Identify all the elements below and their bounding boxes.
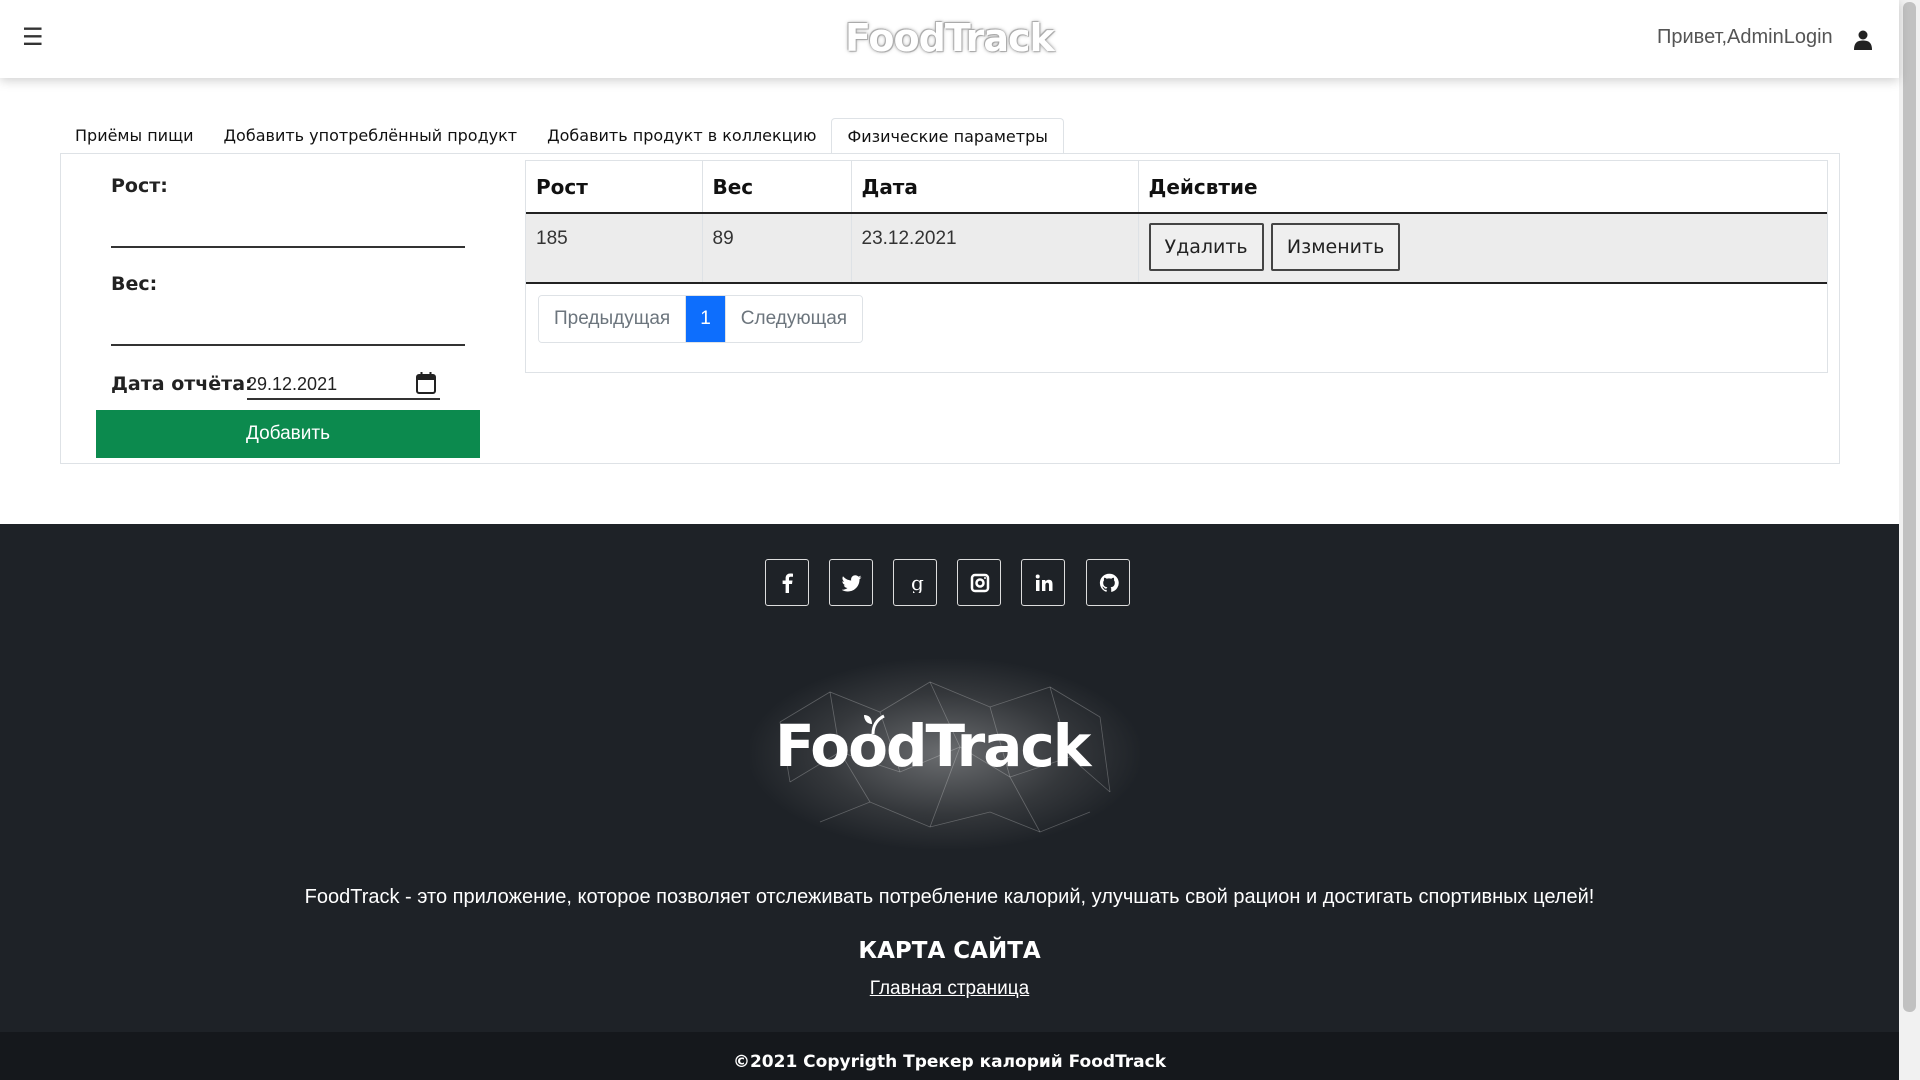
- footer-logo: FoodTrack: [775, 712, 1091, 780]
- user-icon[interactable]: [1854, 30, 1872, 50]
- physical-params-table: Рост Вес Дата Дейсвтие 185 89 23.12.2021…: [526, 161, 1827, 284]
- table-header-row: Рост Вес Дата Дейсвтие: [526, 161, 1827, 214]
- height-input[interactable]: [111, 218, 465, 248]
- tab-bar: Приёмы пищи Добавить употреблённый проду…: [60, 118, 1064, 154]
- column-header-weight: Вес: [702, 161, 852, 214]
- report-date-value: 29.12.2021: [247, 374, 338, 394]
- page-scrollbar[interactable]: [1899, 0, 1920, 1080]
- instagram-icon[interactable]: [957, 559, 1001, 606]
- sitemap-link-home[interactable]: Главная страница: [870, 978, 1030, 999]
- cell-height: 185: [526, 213, 703, 284]
- user-greeting: Привет,AdminLogin: [1657, 26, 1833, 48]
- cell-date: 23.12.2021: [851, 213, 1139, 284]
- sitemap-link-wrapper: Главная страница: [0, 978, 1899, 1000]
- column-header-action: Дейсвтие: [1138, 161, 1827, 214]
- svg-text:g: g: [911, 573, 924, 593]
- report-date-input[interactable]: 29.12.2021: [247, 370, 440, 400]
- calendar-icon[interactable]: [416, 372, 436, 394]
- github-icon[interactable]: [1086, 559, 1130, 606]
- facebook-icon[interactable]: [765, 559, 809, 606]
- column-header-height: Рост: [526, 161, 703, 214]
- table-row: 185 89 23.12.2021 Удалить Изменить: [526, 213, 1827, 284]
- top-navbar: ☰ FoodTrack Привет,AdminLogin: [0, 0, 1899, 78]
- delete-button[interactable]: Удалить: [1148, 223, 1264, 271]
- pagination-previous[interactable]: Предыдущая: [539, 296, 686, 342]
- cell-weight: 89: [702, 213, 852, 284]
- tab-meals[interactable]: Приёмы пищи: [60, 118, 209, 154]
- pagination: Предыдущая 1 Следующая: [538, 295, 864, 343]
- linkedin-icon[interactable]: [1021, 559, 1065, 606]
- edit-button[interactable]: Изменить: [1270, 223, 1401, 271]
- scrollbar-thumb[interactable]: [1903, 2, 1916, 1012]
- height-label: Рост:: [111, 175, 168, 197]
- hamburger-icon[interactable]: ☰: [22, 26, 44, 50]
- pagination-page-1[interactable]: 1: [685, 296, 725, 342]
- copyright-text: ©2021 Copyrigth Трекер калорий FoodTrack: [732, 1052, 1167, 1072]
- report-date-label: Дата отчёта:: [111, 373, 253, 395]
- twitter-icon[interactable]: [829, 559, 873, 606]
- sitemap-title: КАРТА САЙТА: [858, 938, 1041, 964]
- weight-label: Вес:: [111, 273, 158, 295]
- add-button[interactable]: Добавить: [96, 410, 480, 458]
- column-header-date: Дата: [851, 161, 1139, 214]
- copyright-bar: ©2021 Copyrigth Трекер калорий FoodTrack: [0, 1032, 1899, 1080]
- header-logo[interactable]: FoodTrack: [845, 16, 1055, 60]
- pagination-next[interactable]: Следующая: [724, 296, 863, 342]
- tab-add-product-to-collection[interactable]: Добавить продукт в коллекцию: [532, 118, 831, 154]
- tab-add-consumed-product[interactable]: Добавить употреблённый продукт: [209, 118, 533, 154]
- footer: g FoodTrack FoodTrack - это приложение, …: [0, 524, 1899, 1080]
- footer-description: FoodTrack - это приложение, которое позв…: [304, 886, 1595, 908]
- cell-actions: Удалить Изменить: [1138, 213, 1827, 284]
- tab-physical-parameters[interactable]: Физические параметры: [831, 118, 1064, 154]
- social-links: g: [765, 559, 1150, 606]
- physical-params-table-card: Рост Вес Дата Дейсвтие 185 89 23.12.2021…: [525, 160, 1828, 373]
- google-icon[interactable]: g: [893, 559, 937, 606]
- weight-input[interactable]: [111, 316, 465, 346]
